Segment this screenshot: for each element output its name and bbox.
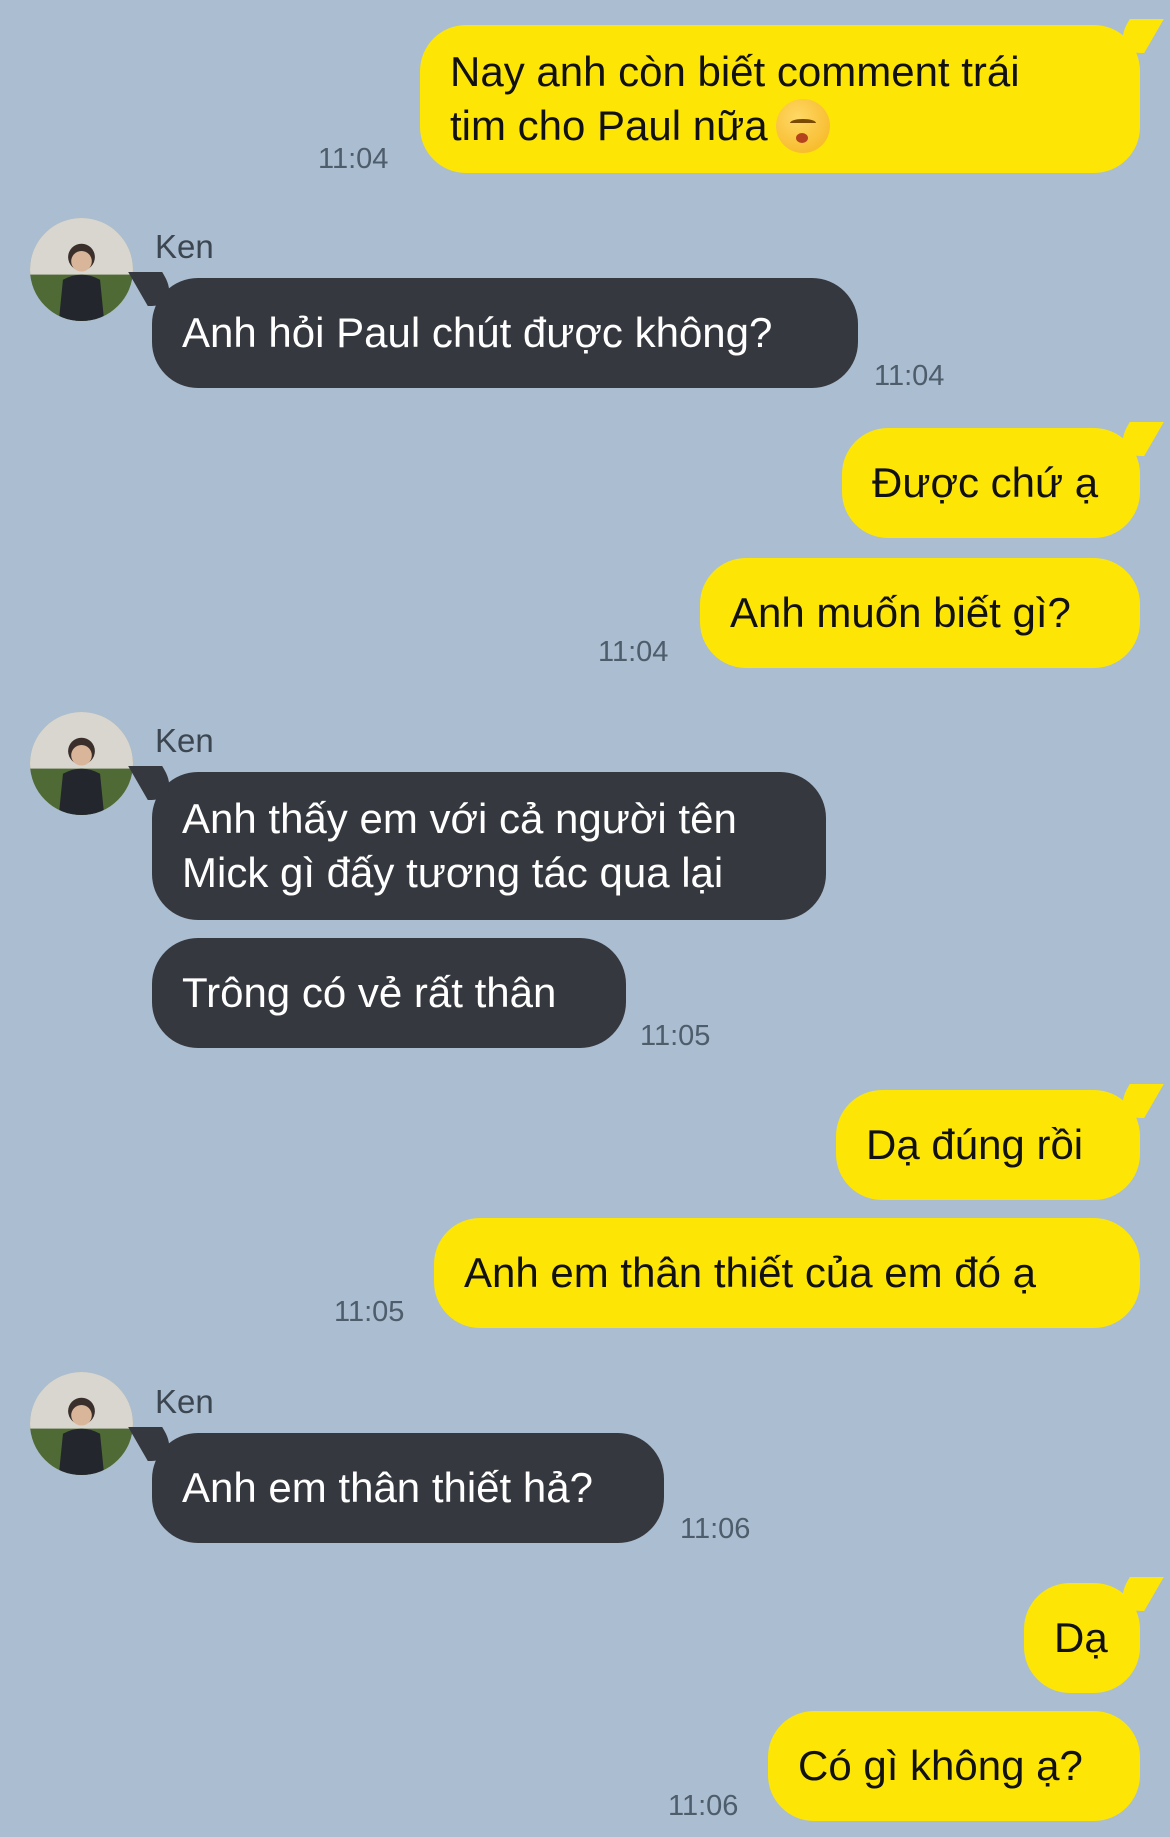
message-bubble-sent[interactable]: Anh em thân thiết của em đó ạ	[434, 1218, 1140, 1328]
timestamp: 11:04	[318, 143, 389, 175]
message-text: Nay anh còn biết comment trái	[450, 48, 1020, 95]
kissing-face-icon	[775, 99, 830, 153]
message-bubble-received[interactable]: Anh thấy em với cả người tên Mick gì đấy…	[152, 772, 826, 920]
message-text-line2: tim cho Paul nữa	[450, 99, 830, 153]
message-text: Có gì không ạ?	[798, 1742, 1083, 1789]
message-text: Mick gì đấy tương tác qua lại	[182, 849, 724, 896]
avatar[interactable]	[30, 218, 133, 321]
contact-name: Ken	[155, 228, 214, 265]
message-bubble-sent[interactable]: Anh muốn biết gì?	[700, 558, 1140, 668]
message-bubble-sent[interactable]: Dạ	[1024, 1583, 1140, 1693]
timestamp: 11:04	[598, 636, 669, 668]
message-bubble-sent[interactable]: Có gì không ạ?	[768, 1711, 1140, 1821]
message-text: Anh em thân thiết hả?	[182, 1464, 593, 1511]
avatar[interactable]	[30, 1372, 133, 1475]
person-photo-icon	[30, 1372, 133, 1475]
message-bubble-received[interactable]: Anh hỏi Paul chút được không?	[152, 278, 858, 388]
message-text: tim cho Paul nữa	[450, 102, 768, 149]
message-bubble-received[interactable]: Anh em thân thiết hả?	[152, 1433, 664, 1543]
timestamp: 11:06	[668, 1790, 739, 1822]
timestamp: 11:05	[640, 1020, 711, 1052]
message-text: Dạ đúng rồi	[866, 1121, 1084, 1168]
timestamp: 11:05	[334, 1296, 405, 1328]
timestamp: 11:06	[680, 1513, 751, 1545]
person-photo-icon	[30, 218, 133, 321]
contact-name: Ken	[155, 1383, 214, 1420]
person-photo-icon	[30, 712, 133, 815]
message-text: Dạ	[1054, 1614, 1108, 1661]
message-bubble-received[interactable]: Trông có vẻ rất thân	[152, 938, 626, 1048]
message-bubble-sent[interactable]: Được chứ ạ	[842, 428, 1140, 538]
message-bubble-sent[interactable]: Dạ đúng rồi	[836, 1090, 1140, 1200]
message-bubble-sent[interactable]: Nay anh còn biết comment trái tim cho Pa…	[420, 25, 1140, 173]
message-text: Anh hỏi Paul chút được không?	[182, 309, 773, 356]
avatar[interactable]	[30, 712, 133, 815]
message-text: Anh em thân thiết của em đó ạ	[464, 1249, 1037, 1296]
message-text: Trông có vẻ rất thân	[182, 969, 557, 1016]
timestamp: 11:04	[874, 360, 945, 392]
message-text: Được chứ ạ	[872, 459, 1099, 506]
message-text: Anh thấy em với cả người tên	[182, 795, 737, 842]
contact-name: Ken	[155, 722, 214, 759]
message-text: Anh muốn biết gì?	[730, 589, 1071, 636]
